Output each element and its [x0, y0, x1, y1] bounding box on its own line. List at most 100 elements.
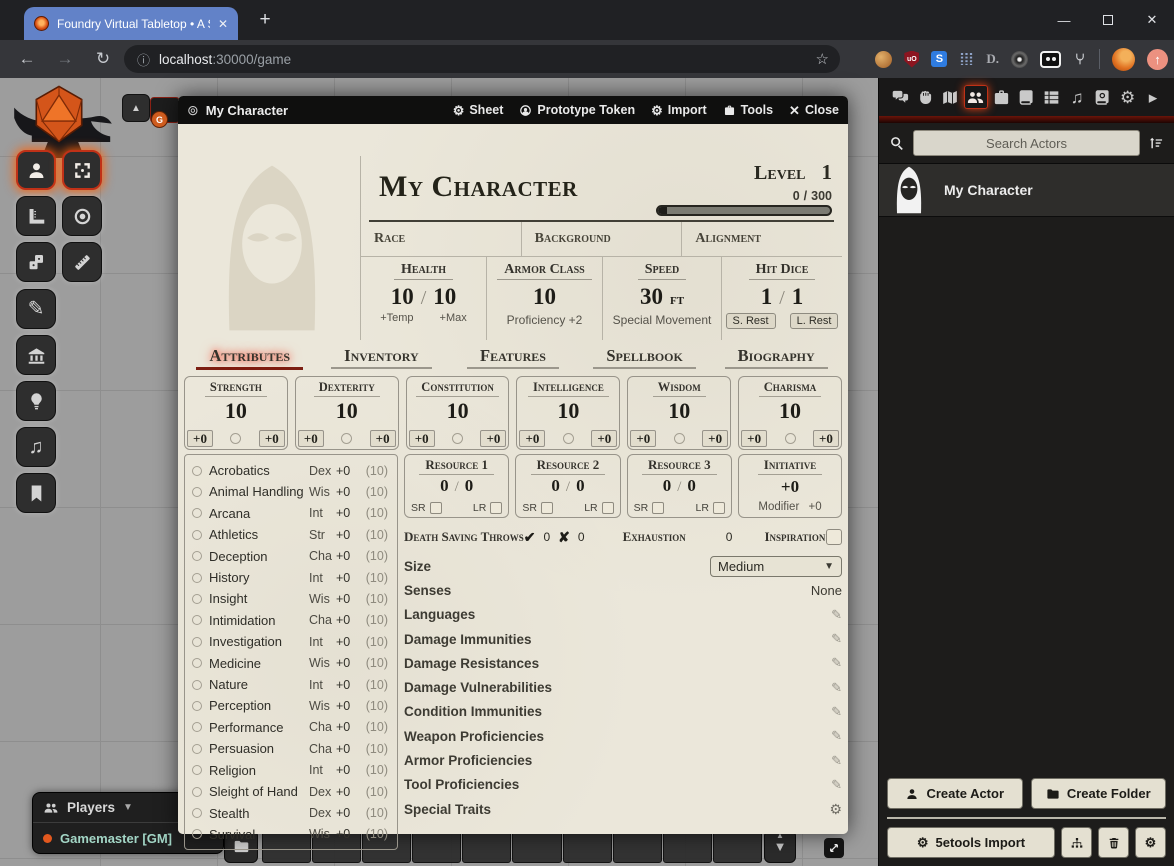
url-bar[interactable]: ⓘ localhost :30000/game ☆: [124, 45, 840, 73]
proficiency-radio[interactable]: [674, 433, 685, 444]
armor-class-block[interactable]: Armor Class 10 Proficiency +2: [487, 257, 603, 340]
skill-row[interactable]: Deception Cha +0 (10): [192, 546, 388, 567]
tab-actors[interactable]: [964, 85, 988, 109]
skill-row[interactable]: Religion Int +0 (10): [192, 760, 388, 781]
hp-max[interactable]: 10: [433, 284, 456, 310]
sr-checkbox[interactable]: [430, 502, 442, 514]
delete-button[interactable]: [1098, 827, 1129, 858]
s-extension-icon[interactable]: S: [931, 51, 947, 67]
inspiration-checkbox[interactable]: [826, 529, 842, 545]
macro-slot[interactable]: [613, 830, 662, 863]
lens-extension-icon[interactable]: [1011, 51, 1028, 68]
hp-current[interactable]: 10: [391, 284, 414, 310]
actor-row[interactable]: My Character: [879, 164, 1174, 217]
notes-tools[interactable]: [16, 473, 56, 513]
edit-icon[interactable]: ✎: [831, 655, 842, 671]
ability-check-mod[interactable]: +0: [480, 430, 506, 447]
resource-max[interactable]: 0: [576, 476, 585, 496]
ability-score[interactable]: 10: [557, 398, 579, 424]
skill-row[interactable]: Stealth Dex +0 (10): [192, 803, 388, 824]
sheet-tab[interactable]: Features: [447, 346, 579, 373]
skill-name[interactable]: Animal Handling: [209, 484, 309, 499]
hotbar-page-control[interactable]: ▲ ▼: [764, 830, 796, 863]
profile-avatar[interactable]: [1112, 48, 1135, 71]
nav-collapse-button[interactable]: ▲: [122, 94, 150, 122]
death-fail-count[interactable]: 0: [578, 530, 585, 544]
macro-slot[interactable]: [512, 830, 561, 863]
select-token-tool[interactable]: [16, 150, 56, 190]
resource-block[interactable]: Resource 2 0 / 0 SR LR: [515, 454, 620, 518]
lr-checkbox[interactable]: [713, 502, 725, 514]
skill-proficiency-radio[interactable]: [192, 744, 202, 754]
close-sheet-button[interactable]: ✕ Close: [789, 103, 839, 117]
death-success-count[interactable]: 0: [543, 530, 550, 544]
sound-tools[interactable]: ♫: [16, 427, 56, 467]
skill-proficiency-radio[interactable]: [192, 487, 202, 497]
skill-row[interactable]: Investigation Int +0 (10): [192, 631, 388, 652]
death-fail-icon[interactable]: ✘: [558, 529, 570, 546]
detail-field[interactable]: Background: [522, 222, 683, 256]
skill-proficiency-radio[interactable]: [192, 573, 202, 583]
skill-proficiency-radio[interactable]: [192, 658, 202, 668]
window-resize-handle[interactable]: [824, 838, 844, 858]
character-name[interactable]: My Character: [379, 170, 578, 204]
create-folder-button[interactable]: Create Folder: [1031, 778, 1167, 809]
lr-checkbox[interactable]: [602, 502, 614, 514]
speed-value[interactable]: 30: [640, 284, 663, 310]
level-value[interactable]: 1: [822, 160, 833, 185]
ability-score[interactable]: 10: [668, 398, 690, 424]
special-movement-label[interactable]: Special Movement: [613, 313, 712, 327]
initiative-mod-value[interactable]: +0: [808, 501, 821, 513]
prototype-token-button[interactable]: Prototype Token: [519, 103, 635, 117]
detail-field[interactable]: Alignment: [682, 222, 842, 256]
resource-block[interactable]: Resource 3 0 / 0 SR LR: [627, 454, 732, 518]
upload-icon[interactable]: ↑: [1147, 49, 1168, 70]
tab-combat[interactable]: [913, 85, 937, 109]
create-actor-button[interactable]: Create Actor: [887, 778, 1023, 809]
size-select[interactable]: Medium ▼: [710, 556, 842, 577]
cookie-extension-icon[interactable]: [875, 51, 892, 68]
bookmark-star-icon[interactable]: ☆: [816, 50, 829, 68]
skill-proficiency-radio[interactable]: [192, 508, 202, 518]
skill-name[interactable]: Acrobatics: [209, 463, 309, 478]
skill-proficiency-radio[interactable]: [192, 701, 202, 711]
skill-name[interactable]: Religion: [209, 763, 309, 778]
wall-tools[interactable]: [16, 335, 56, 375]
skill-name[interactable]: Performance: [209, 720, 309, 735]
ability-check-mod[interactable]: +0: [259, 430, 285, 447]
proficiency-radio[interactable]: [452, 433, 463, 444]
edit-icon[interactable]: ✎: [831, 777, 842, 793]
skill-proficiency-radio[interactable]: [192, 787, 202, 797]
skill-proficiency-radio[interactable]: [192, 530, 202, 540]
skill-proficiency-radio[interactable]: [192, 466, 202, 476]
sidebar-collapse-button[interactable]: ▸: [1141, 85, 1165, 109]
lr-checkbox[interactable]: [490, 502, 502, 514]
ability-check-mod[interactable]: +0: [370, 430, 396, 447]
skill-name[interactable]: Persuasion: [209, 741, 309, 756]
ability-check-mod[interactable]: +0: [813, 430, 839, 447]
xp-text[interactable]: 0 / 300: [793, 189, 832, 203]
hit-dice-block[interactable]: Hit Dice 1 / 1 S. Rest L. Rest: [722, 257, 842, 340]
skill-proficiency-radio[interactable]: [192, 594, 202, 604]
template-target-tool[interactable]: [62, 196, 102, 236]
measure-controls-tool[interactable]: [16, 196, 56, 236]
edit-icon[interactable]: ✎: [831, 680, 842, 696]
tab-compendium[interactable]: [1090, 85, 1114, 109]
hp-maxmod-label[interactable]: +Max: [440, 312, 467, 324]
skill-name[interactable]: Nature: [209, 677, 309, 692]
lighting-tools[interactable]: [16, 381, 56, 421]
drawing-tools[interactable]: ✎: [16, 289, 56, 329]
edit-icon[interactable]: ✎: [831, 607, 842, 623]
sheet-tab[interactable]: Attributes: [184, 346, 316, 373]
ability-check-mod[interactable]: +0: [591, 430, 617, 447]
skill-row[interactable]: Medicine Wis +0 (10): [192, 653, 388, 674]
macro-slot[interactable]: [412, 830, 461, 863]
skill-row[interactable]: Sleight of Hand Dex +0 (10): [192, 781, 388, 802]
skill-name[interactable]: Survival: [209, 827, 309, 842]
ability-block[interactable]: Constitution 10 +0 +0: [406, 376, 510, 450]
back-icon[interactable]: ←: [16, 49, 38, 69]
ability-block[interactable]: Charisma 10 +0 +0: [738, 376, 842, 450]
folder-depth-button[interactable]: [1061, 827, 1092, 858]
hp-temp-label[interactable]: +Temp: [380, 312, 413, 324]
skill-proficiency-radio[interactable]: [192, 680, 202, 690]
